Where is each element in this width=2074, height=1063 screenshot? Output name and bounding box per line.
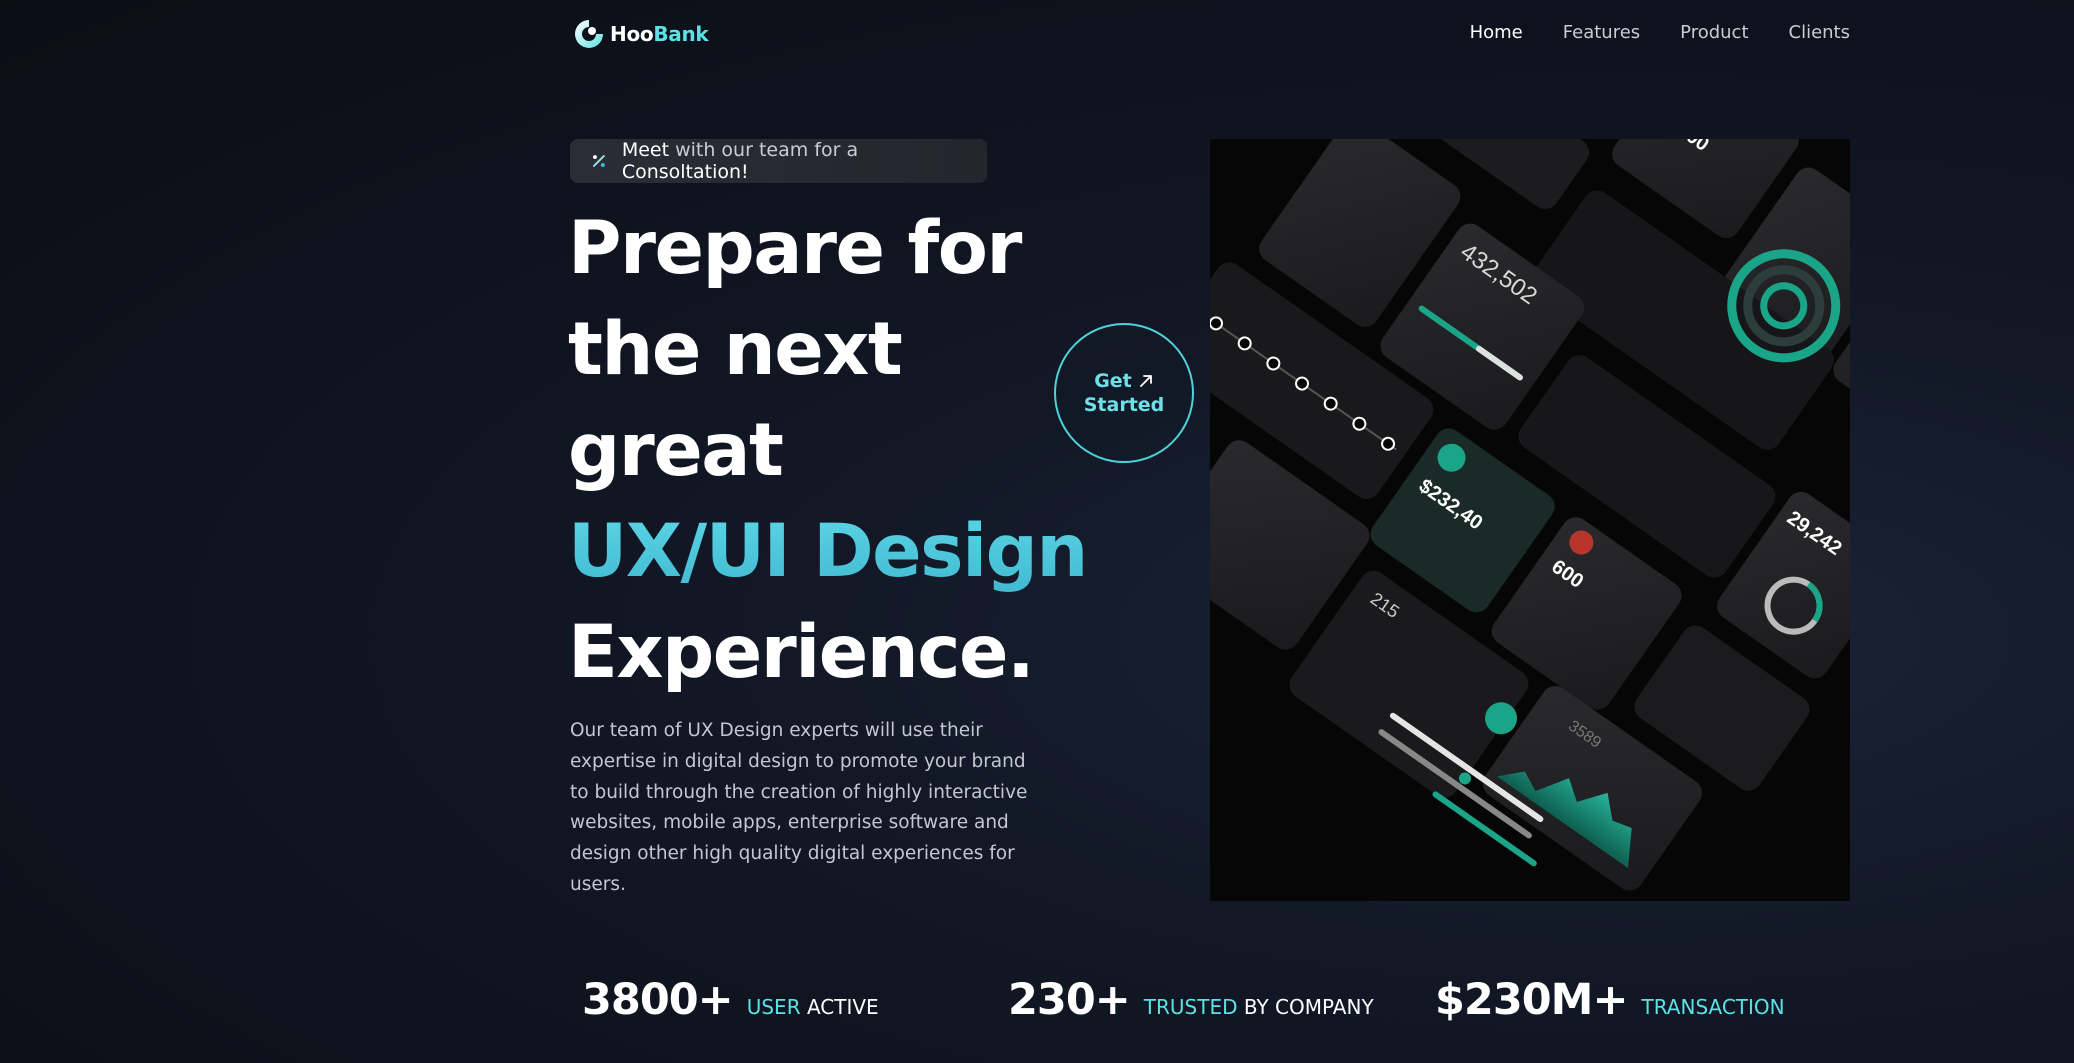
stat-value: $230M+ (1435, 975, 1628, 1025)
stat-label: USER ACTIVE (746, 995, 879, 1019)
brand-logo[interactable]: HooBank (572, 17, 709, 51)
get-started-button[interactable]: Get Started (1054, 323, 1194, 463)
nav-product[interactable]: Product (1680, 22, 1748, 43)
stat-companies: 230+ TRUSTED BY COMPANY (1008, 975, 1374, 1025)
nav-clients[interactable]: Clients (1789, 22, 1851, 43)
main-nav: Home Features Product Clients (1470, 22, 1850, 43)
headline-accent: UX/UI Design (568, 501, 1088, 602)
hero-dashboard-image: $1200 432,502 $232,40 600 29,242 25 (1210, 139, 1850, 901)
hoobank-logo-icon (575, 20, 603, 48)
badge-text: Meet with our team for a Consoltation! (621, 139, 859, 183)
arrow-up-right-icon (1139, 375, 1152, 387)
brand-name: HooBank (610, 22, 709, 46)
discount-icon (592, 155, 605, 167)
stat-value: 3800+ (582, 975, 734, 1025)
headline-line-2: the next (568, 307, 903, 392)
headline-line-5: Experience. (568, 610, 1035, 695)
dashboard-illustration: $1200 432,502 $232,40 600 29,242 25 (1210, 139, 1850, 901)
stat-users: 3800+ USER ACTIVE (582, 975, 879, 1025)
headline-line-1: Prepare for (568, 206, 1022, 291)
get-started-label-1: Get (1094, 370, 1132, 392)
stat-label: TRANSACTION (1641, 995, 1785, 1019)
nav-features[interactable]: Features (1563, 22, 1640, 43)
stat-label: TRUSTED BY COMPANY (1143, 995, 1374, 1019)
get-started-label-2: Started (1083, 394, 1165, 416)
hero-description: Our team of UX Design experts will use t… (570, 720, 1028, 895)
hero-headline: Prepare for the next great UX/UI Design … (568, 198, 1088, 703)
stat-value: 230+ (1008, 975, 1131, 1025)
headline-line-3: great (568, 408, 784, 493)
consultation-badge: Meet with our team for a Consoltation! (570, 139, 987, 183)
nav-home[interactable]: Home (1470, 22, 1523, 43)
stat-transactions: $230M+ TRANSACTION (1435, 975, 1785, 1025)
